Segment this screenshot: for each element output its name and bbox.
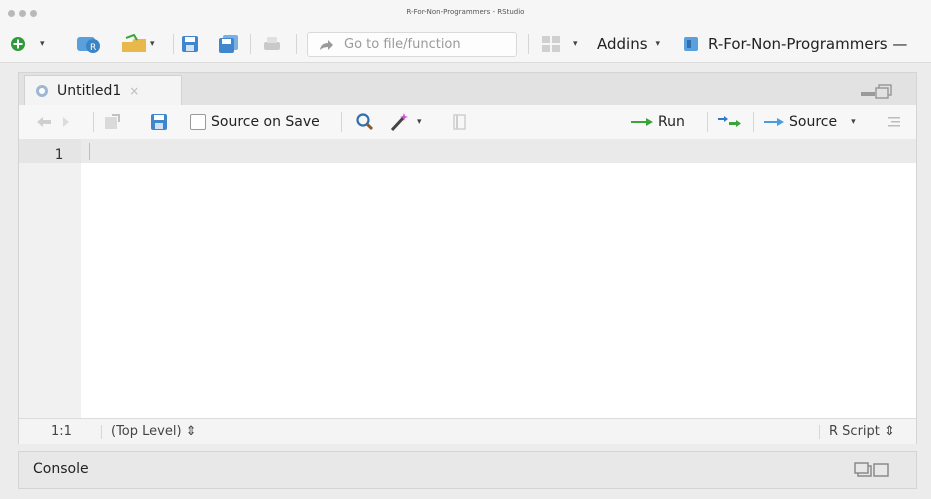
run-arrow-icon [631, 118, 653, 126]
source-arrow-icon [764, 118, 784, 126]
editor-tabstrip: Untitled1 × [19, 73, 916, 106]
rerun-icon [718, 116, 741, 127]
console-label: Console [33, 461, 89, 477]
active-line-gutter: 1 [19, 139, 81, 163]
project-icon: R [77, 37, 100, 53]
goto-file-input[interactable]: Go to file/function [307, 32, 517, 57]
toolbar-divider [707, 112, 708, 132]
new-file-icon [11, 37, 25, 51]
toolbar-divider [753, 112, 754, 132]
save-button[interactable] [180, 26, 200, 62]
find-replace-button[interactable] [355, 105, 375, 139]
restore-console-button[interactable] [854, 462, 890, 482]
line-gutter [19, 139, 81, 419]
save-all-button[interactable] [217, 26, 241, 62]
source-on-save-label: Source on Save [211, 114, 320, 130]
toolbar-divider [173, 34, 174, 54]
chevron-down-icon: ▾ [655, 39, 661, 49]
search-icon [356, 113, 374, 131]
minimize-pane-button[interactable] [859, 83, 895, 103]
save-icon [182, 36, 198, 52]
chevron-down-icon: ▾ [417, 117, 422, 127]
notebook-icon [453, 114, 466, 130]
magic-wand-icon [390, 113, 408, 132]
source-label: Source [789, 114, 838, 130]
file-type-selector[interactable]: R Script ⇕ [829, 424, 895, 439]
toolbar-divider [250, 34, 251, 54]
grid-icon [542, 36, 560, 52]
document-outline-button[interactable] [887, 105, 901, 139]
new-file-button[interactable]: ▾ [10, 26, 45, 62]
line-number: 1 [54, 147, 63, 163]
rstudio-window: R-For-Non-Programmers - RStudio ▾ R ▾ Go… [0, 0, 931, 499]
print-icon [264, 37, 280, 50]
toolbar-divider [101, 425, 102, 439]
save-icon [151, 114, 167, 130]
cursor-position: 1:1 [51, 424, 72, 439]
source-button[interactable]: Source ▾ [763, 105, 856, 139]
save-all-icon [219, 35, 238, 53]
project-cube-icon [684, 37, 698, 51]
project-label: R-For-Non-Programmers — [708, 35, 908, 53]
checkbox-box[interactable] [190, 114, 206, 130]
pane-layout-button[interactable]: ▾ [541, 26, 578, 62]
source-pane: Untitled1 × Source on Save ▾ Run Source … [18, 72, 917, 444]
active-line [81, 139, 916, 163]
close-tab-icon[interactable]: × [129, 84, 139, 98]
open-file-button[interactable]: ▾ [120, 26, 155, 62]
main-toolbar: ▾ R ▾ Go to file/function ▾ Addins ▾ R-F… [0, 26, 931, 63]
editor-save-button[interactable] [150, 105, 168, 139]
pane-restore-icon [854, 462, 889, 477]
scope-selector[interactable]: (Top Level) ⇕ [111, 424, 197, 439]
chevron-down-icon: ▾ [40, 39, 45, 49]
print-button[interactable] [262, 26, 282, 62]
addins-menu[interactable]: Addins ▾ [597, 26, 660, 62]
svg-text:R: R [90, 43, 96, 53]
window-title: R-For-Non-Programmers - RStudio [406, 8, 525, 16]
code-editor[interactable] [81, 139, 916, 419]
console-pane[interactable]: Console [18, 451, 917, 489]
open-in-window-icon [105, 114, 120, 129]
code-tools-button[interactable]: ▾ [389, 105, 422, 139]
text-cursor [89, 143, 90, 160]
run-label: Run [658, 114, 685, 130]
new-project-button[interactable]: R [76, 26, 102, 62]
toolbar-divider [528, 34, 529, 54]
addins-label: Addins [597, 35, 648, 53]
editor-status-bar: 1:1 (Top Level) ⇕ R Script ⇕ [19, 418, 916, 444]
show-in-window-button[interactable] [103, 105, 121, 139]
editor-toolbar: Source on Save ▾ Run Source ▾ [19, 105, 916, 140]
run-button[interactable]: Run [630, 105, 685, 139]
rerun-button[interactable] [717, 105, 743, 139]
compile-report-button[interactable] [451, 105, 469, 139]
project-menu[interactable]: R-For-Non-Programmers — [682, 26, 907, 62]
tab-untitled1[interactable]: Untitled1 × [24, 75, 182, 106]
back-forward-icon [37, 117, 69, 127]
r-file-icon [36, 85, 48, 97]
pane-restore-icon [861, 84, 892, 99]
toolbar-divider [296, 34, 297, 54]
source-on-save-checkbox[interactable]: Source on Save [190, 105, 320, 139]
chevron-down-icon: ▾ [573, 39, 578, 49]
chevron-down-icon: ▾ [150, 39, 155, 49]
toolbar-divider [819, 425, 820, 439]
chevron-down-icon: ▾ [851, 117, 856, 127]
title-bar: R-For-Non-Programmers - RStudio [0, 0, 931, 26]
goto-arrow-icon [320, 39, 333, 50]
toolbar-divider [341, 112, 342, 132]
goto-placeholder: Go to file/function [344, 37, 461, 52]
tab-label: Untitled1 [57, 83, 122, 99]
open-folder-icon [122, 34, 146, 52]
outline-icon [888, 117, 900, 127]
back-button[interactable] [35, 105, 71, 139]
toolbar-divider [93, 112, 94, 132]
